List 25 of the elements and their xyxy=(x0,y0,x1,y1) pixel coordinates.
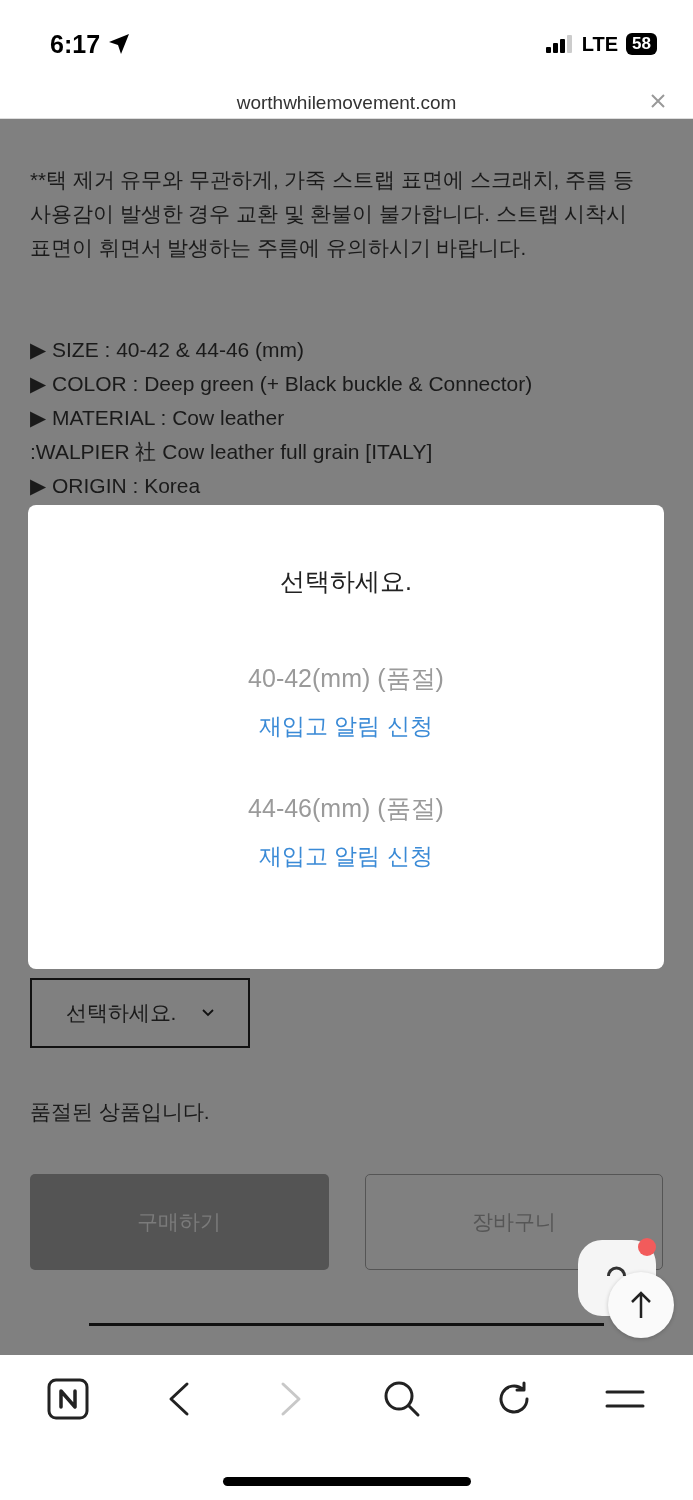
option-label[interactable]: 40-42(mm) (품절) xyxy=(248,662,444,695)
spec-line: ▶ MATERIAL : Cow leather xyxy=(30,405,286,431)
option-select[interactable]: 선택하세요. xyxy=(30,978,250,1048)
n-logo-icon xyxy=(46,1378,89,1420)
battery-level: 58 xyxy=(626,33,657,55)
search-icon xyxy=(383,1380,422,1418)
option-label[interactable]: 44-46(mm) (품절) xyxy=(248,792,444,825)
menu-icon xyxy=(605,1389,646,1409)
url-text[interactable]: worthwhilemovement.com xyxy=(236,92,457,114)
dialog-title: 선택하세요. xyxy=(280,566,412,597)
restock-alert-link[interactable]: 재입고 알림 신청 xyxy=(259,841,433,872)
close-icon[interactable] xyxy=(651,94,665,108)
chevron-down-icon xyxy=(202,1009,215,1017)
arrow-up-icon xyxy=(630,1290,652,1320)
sold-out-message: 품절된 상품입니다. xyxy=(30,1099,211,1125)
signal-icon xyxy=(545,35,574,53)
spec-line: ▶ ORIGIN : Korea xyxy=(30,473,202,499)
clock-time: 6:17 xyxy=(50,29,101,59)
location-arrow-icon xyxy=(108,33,131,55)
notice-paragraph: **택 제거 유무와 무관하게, 가죽 스트랩 표면에 스크래치, 주름 등 사용감이 발생한 경우 교환 및 환불이 불가합니다. 스트랩 시착시 표면이 휘면서 발생하는 주름에 유의하시기 바랍니다. xyxy=(30,167,635,261)
spec-line: :WALPIER 社 Cow leather full grain [ITALY] xyxy=(30,439,434,465)
spec-line: ▶ COLOR : Deep green (+ Black buckle & Connector) xyxy=(30,371,534,397)
restock-alert-link[interactable]: 재입고 알림 신청 xyxy=(259,711,433,742)
network-type: LTE xyxy=(581,32,619,56)
spec-line: ▶ SIZE : 40-42 & 44-46 (mm) xyxy=(30,337,306,363)
